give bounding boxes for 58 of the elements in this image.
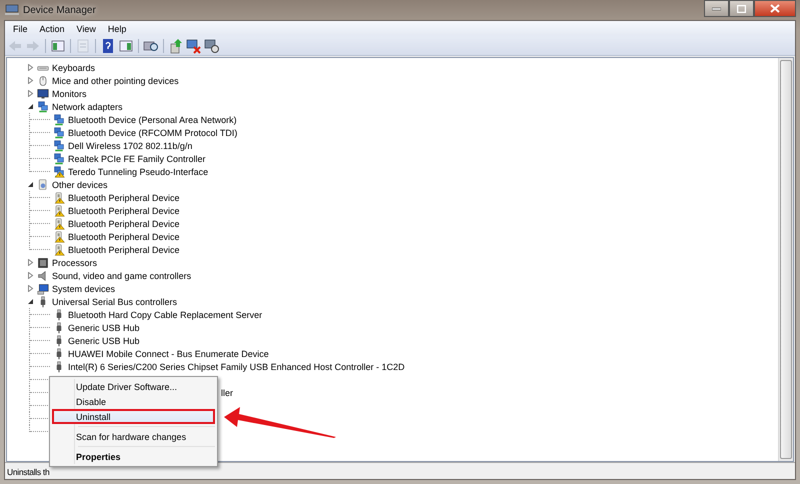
tree-item[interactable]: Monitors [52, 88, 87, 98]
maximize-button[interactable] [729, 0, 754, 17]
help-icon[interactable] [100, 38, 116, 54]
tree-item[interactable]: Mice and other pointing devices [52, 76, 179, 86]
menu-item[interactable]: Action [34, 24, 71, 34]
tree-item[interactable]: Bluetooth Peripheral Device [68, 206, 180, 216]
disable-device-icon[interactable] [204, 38, 220, 54]
tree-item[interactable]: Generic USB Hub [68, 336, 140, 346]
uninstall-icon[interactable] [186, 38, 202, 54]
expand-arrow-icon[interactable] [27, 259, 34, 266]
tree-item[interactable]: Processors [52, 258, 98, 268]
minimize-button[interactable] [704, 0, 729, 17]
minimize-icon [712, 6, 721, 10]
tree-item[interactable]: Intel(R) 6 Series/C200 Series Chipset Family USB Enhanced Host Controller - 1C2D [68, 362, 405, 372]
menu-item[interactable]: File [7, 24, 34, 34]
tree-item[interactable]: Bluetooth Device (Personal Area Network) [68, 114, 237, 124]
tree-item[interactable]: Bluetooth Peripheral Device [68, 192, 180, 202]
tree-item[interactable]: System devices [52, 284, 116, 294]
menu-item[interactable]: View [70, 24, 102, 34]
close-button[interactable] [754, 0, 796, 17]
update-driver-icon[interactable] [168, 38, 184, 54]
menu-item[interactable]: Help [102, 24, 132, 34]
expand-arrow-icon[interactable] [27, 77, 34, 84]
menu-item[interactable]: Uninstall [52, 409, 215, 424]
collapse-arrow-icon[interactable] [27, 298, 34, 305]
menu-item[interactable]: Disable [52, 394, 215, 409]
tree-item[interactable]: Bluetooth Peripheral Device [68, 244, 180, 254]
tree-item[interactable]: Sound, video and game controllers [52, 270, 192, 280]
tree-item[interactable]: Universal Serial Bus controllers [52, 296, 178, 306]
tree-item[interactable]: Bluetooth Device (RFCOMM Protocol TDI) [68, 128, 238, 138]
close-icon [770, 4, 780, 13]
expand-arrow-icon[interactable] [27, 272, 34, 279]
tree-item[interactable]: Keyboards [52, 62, 96, 72]
tree-item[interactable]: Other devices [52, 180, 108, 190]
collapse-arrow-icon[interactable] [27, 103, 34, 110]
tree-item[interactable]: Teredo Tunneling Pseudo-Interface [68, 166, 208, 176]
tree-item[interactable]: ller [221, 388, 234, 398]
maximize-icon [737, 4, 746, 12]
tree-item[interactable]: Bluetooth Hard Copy Cable Replacement Server [68, 310, 262, 320]
tree-item[interactable]: Realtek PCIe FE Family Controller [68, 154, 206, 164]
action-pane-icon[interactable] [118, 38, 134, 54]
tree-item[interactable]: Bluetooth Peripheral Device [68, 218, 180, 228]
tree-item[interactable]: Dell Wireless 1702 802.11b/g/n [68, 140, 192, 150]
expand-arrow-icon[interactable] [27, 64, 34, 71]
status-text: Uninstalls th [7, 467, 50, 477]
expand-arrow-icon[interactable] [27, 285, 34, 292]
tree-item[interactable]: Network adapters [52, 102, 123, 112]
computer-icon [5, 4, 19, 16]
tree-item[interactable]: Bluetooth Peripheral Device [68, 232, 180, 242]
menu-item[interactable]: Update Driver Software... [52, 379, 215, 394]
collapse-arrow-icon[interactable] [27, 181, 34, 188]
console-tree-icon[interactable] [50, 38, 66, 54]
tree-item[interactable]: Generic USB Hub [68, 322, 140, 332]
menu-item[interactable]: Scan for hardware changes [52, 429, 215, 444]
expand-arrow-icon[interactable] [27, 90, 34, 97]
tree-item[interactable]: HUAWEI Mobile Connect - Bus Enumerate Device [68, 348, 269, 358]
menu-item[interactable]: Properties [52, 449, 215, 464]
window-title: Device Manager [23, 4, 97, 16]
